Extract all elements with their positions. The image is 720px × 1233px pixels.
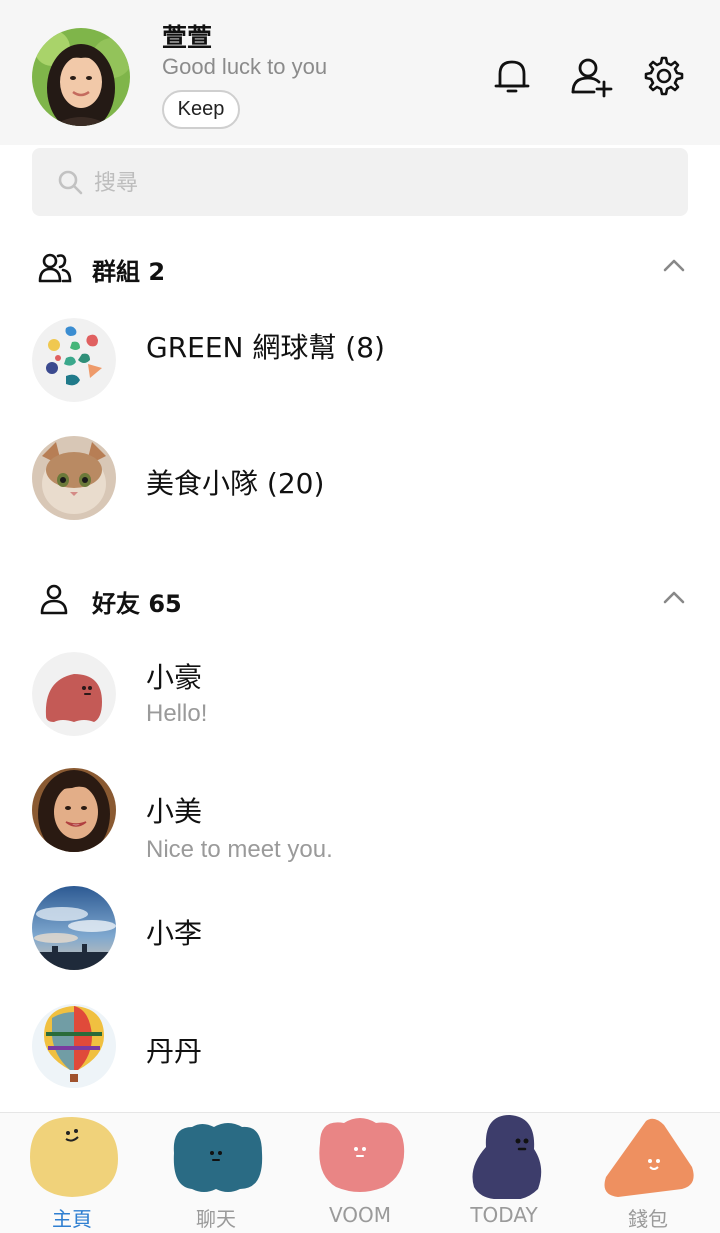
group-icon [38, 250, 72, 284]
friend-name: 小李 [146, 917, 203, 950]
chevron-up-icon[interactable] [660, 586, 688, 608]
profile-name: 萱萱 [162, 23, 213, 52]
nav-voom[interactable]: VOOM [288, 1113, 432, 1233]
today-blob-icon [472, 1115, 542, 1199]
friend-avatar [32, 1004, 116, 1088]
nav-home[interactable]: 主頁 [0, 1113, 144, 1233]
bell-icon[interactable] [490, 54, 534, 98]
friend-row[interactable]: 小美 Nice to meet you. [0, 768, 720, 868]
groups-section-title: 群組 2 [92, 258, 166, 286]
friend-avatar [32, 886, 116, 970]
profile-status-message: Good luck to you [162, 54, 328, 79]
friend-row[interactable]: 小李 [0, 886, 720, 986]
search-input[interactable] [92, 162, 656, 204]
friend-name: 小豪 [146, 661, 203, 694]
nav-today[interactable]: TODAY [432, 1113, 576, 1233]
profile-header: 萱萱 Good luck to you Keep [0, 0, 720, 145]
friend-avatar [32, 652, 116, 736]
search-bar[interactable] [32, 148, 688, 216]
settings-icon[interactable] [642, 54, 686, 98]
friend-icon [38, 582, 72, 616]
friend-avatar [32, 768, 116, 852]
keep-button[interactable]: Keep [162, 90, 240, 129]
group-avatar [32, 436, 116, 520]
search-icon [56, 168, 84, 196]
group-row[interactable]: GREEN 網球幫 (8) [0, 318, 720, 418]
friend-row[interactable]: 小豪 Hello! [0, 652, 720, 752]
voom-blob-icon [319, 1118, 405, 1192]
nav-chat[interactable]: 聊天 [144, 1113, 288, 1233]
chevron-up-icon[interactable] [660, 254, 688, 276]
nav-wallet[interactable]: 錢包 [576, 1113, 720, 1233]
chat-blob-icon [173, 1123, 263, 1192]
home-blob-icon [30, 1117, 118, 1197]
nav-label: 主頁 [52, 1207, 92, 1231]
friend-row[interactable]: 丹丹 [0, 1004, 720, 1104]
friend-status-message: Nice to meet you. [146, 836, 333, 863]
nav-label: 錢包 [628, 1207, 668, 1231]
nav-label: TODAY [470, 1203, 538, 1227]
friend-status-message: Hello! [146, 700, 208, 727]
friend-name: 小美 [146, 795, 203, 828]
add-friend-icon[interactable] [568, 54, 613, 98]
bottom-nav: 主頁 聊天 VOOM TODAY 錢包 [0, 1112, 720, 1233]
group-avatar [32, 318, 116, 402]
friends-section-header[interactable]: 好友 65 [0, 568, 720, 628]
nav-label: 聊天 [196, 1207, 236, 1231]
group-name: 美食小隊 (20) [146, 467, 325, 500]
groups-section-header[interactable]: 群組 2 [0, 236, 720, 296]
friends-section-title: 好友 65 [92, 590, 182, 618]
group-row[interactable]: 美食小隊 (20) [0, 436, 720, 536]
friend-name: 丹丹 [146, 1035, 203, 1068]
wallet-blob-icon [604, 1118, 694, 1197]
nav-label: VOOM [328, 1203, 392, 1227]
group-name: GREEN 網球幫 (8) [146, 331, 385, 364]
profile-avatar[interactable] [32, 28, 130, 126]
